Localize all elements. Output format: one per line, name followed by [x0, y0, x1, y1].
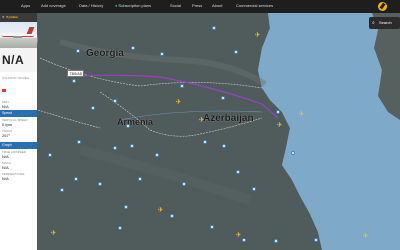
true-airspeed-value: N/A: [2, 154, 9, 159]
airport-marker[interactable]: [236, 170, 240, 174]
airport-marker[interactable]: [234, 50, 238, 54]
airport-marker[interactable]: [77, 140, 81, 144]
airport-marker[interactable]: [60, 188, 64, 192]
aircraft-icon[interactable]: ✈: [362, 233, 369, 240]
search-label: Search: [379, 20, 392, 25]
country-of-reg-field: COUNTRY OF REG.: [0, 75, 37, 99]
airport-marker[interactable]: [155, 153, 159, 157]
aircraft-icon[interactable]: ✈: [254, 32, 261, 39]
temperature-field: TEMPERATURE N/A: [0, 171, 37, 182]
aircraft-icon[interactable]: ✈: [175, 99, 182, 106]
country-label-azerbaijan: Azerbaijan: [203, 113, 254, 124]
airport-marker[interactable]: [252, 187, 256, 191]
aircraft-photo-wing: [13, 36, 22, 38]
aircraft-photo[interactable]: [0, 22, 37, 48]
airport-marker[interactable]: [182, 182, 186, 186]
airport-marker[interactable]: [274, 239, 278, 243]
flight-info-panel: ✕ flydubai N/A COUNTRY OF REG. MSN N/A S…: [0, 13, 37, 250]
nav-commercial-services[interactable]: Commercial services: [236, 3, 273, 9]
route-display: N/A: [0, 48, 37, 72]
airport-marker[interactable]: [126, 124, 130, 128]
flightradar-logo-icon[interactable]: [378, 2, 387, 11]
nav-social[interactable]: Social: [170, 3, 181, 9]
aircraft-icon[interactable]: ✈: [235, 232, 242, 239]
aircraft-icon[interactable]: ✈: [198, 117, 205, 124]
origin-airport-tag[interactable]: TBS/AB: [67, 70, 85, 77]
close-icon[interactable]: ✕: [2, 15, 5, 19]
airport-marker[interactable]: [74, 177, 78, 181]
airport-marker[interactable]: [160, 52, 164, 56]
nav-subscription-label: Subscription plans: [118, 3, 152, 8]
vertical-speed-field: VERTICAL SPEED 0 fpm: [0, 117, 37, 128]
airport-marker[interactable]: [314, 238, 318, 242]
track-value: 267°: [2, 133, 11, 138]
airport-marker[interactable]: [113, 99, 117, 103]
airport-marker[interactable]: [76, 49, 80, 53]
nav-press[interactable]: Press: [192, 3, 202, 9]
true-airspeed-field: TRUE AIRSPEED N/A: [0, 149, 37, 160]
mach-field: MACH N/A: [0, 160, 37, 171]
airport-marker[interactable]: [91, 106, 95, 110]
airport-marker[interactable]: [222, 144, 226, 148]
search-icon: ⌕: [372, 20, 375, 26]
panel-header: ✕ flydubai: [0, 13, 37, 22]
airport-marker[interactable]: [242, 238, 246, 242]
top-navigation-bar: Apps Add coverage Data / History ●Subscr…: [0, 0, 400, 13]
aircraft-icon[interactable]: ✈: [298, 111, 305, 118]
temperature-value: N/A: [2, 176, 9, 181]
airline-logo-icon: flydubai: [6, 15, 18, 19]
airport-marker[interactable]: [72, 79, 76, 83]
airport-marker[interactable]: [48, 153, 52, 157]
map-canvas: [0, 0, 400, 250]
speed-section-header[interactable]: Speed: [0, 110, 37, 117]
msn-field: MSN N/A: [0, 99, 37, 110]
airport-marker[interactable]: [131, 46, 135, 50]
vertical-speed-value: 0 fpm: [2, 122, 13, 127]
graph-section-header[interactable]: Graph: [0, 142, 37, 149]
track-field: TRACK 267°: [0, 128, 37, 139]
country-label-georgia: Georgia: [86, 48, 124, 59]
flight-map[interactable]: Georgia Armenia Azerbaijan TBS/AB ✈ ✈ ✈ …: [0, 0, 400, 250]
country-label-armenia: Armenia: [117, 117, 154, 127]
airport-marker[interactable]: [138, 177, 142, 181]
airport-marker[interactable]: [180, 84, 184, 88]
airport-marker[interactable]: [170, 214, 174, 218]
airport-marker[interactable]: [221, 96, 225, 100]
msn-value: N/A: [2, 104, 9, 109]
airport-marker[interactable]: [113, 146, 117, 150]
airport-marker[interactable]: [210, 225, 214, 229]
nav-apps[interactable]: Apps: [21, 3, 30, 9]
aircraft-icon[interactable]: ✈: [157, 207, 164, 214]
aircraft-icon-selected[interactable]: ✈: [276, 122, 283, 129]
nav-subscription-plans[interactable]: ●Subscription plans: [115, 3, 151, 9]
nav-about[interactable]: About: [212, 3, 222, 9]
search-button[interactable]: ⌕ Search: [369, 17, 400, 29]
airport-marker[interactable]: [98, 182, 102, 186]
nav-add-coverage[interactable]: Add coverage: [41, 3, 66, 9]
airport-marker[interactable]: [130, 144, 134, 148]
nav-data-history[interactable]: Data / History: [79, 3, 103, 9]
airport-marker[interactable]: [212, 26, 216, 30]
airport-marker[interactable]: [276, 110, 280, 114]
airport-marker[interactable]: [203, 140, 207, 144]
mach-value: N/A: [2, 165, 9, 170]
country-flag-icon: [2, 89, 6, 92]
country-of-reg-label: COUNTRY OF REG.: [2, 76, 30, 80]
airport-marker[interactable]: [118, 226, 122, 230]
aircraft-icon[interactable]: ✈: [50, 230, 57, 237]
airport-marker[interactable]: [291, 151, 295, 155]
airport-marker[interactable]: [124, 205, 128, 209]
